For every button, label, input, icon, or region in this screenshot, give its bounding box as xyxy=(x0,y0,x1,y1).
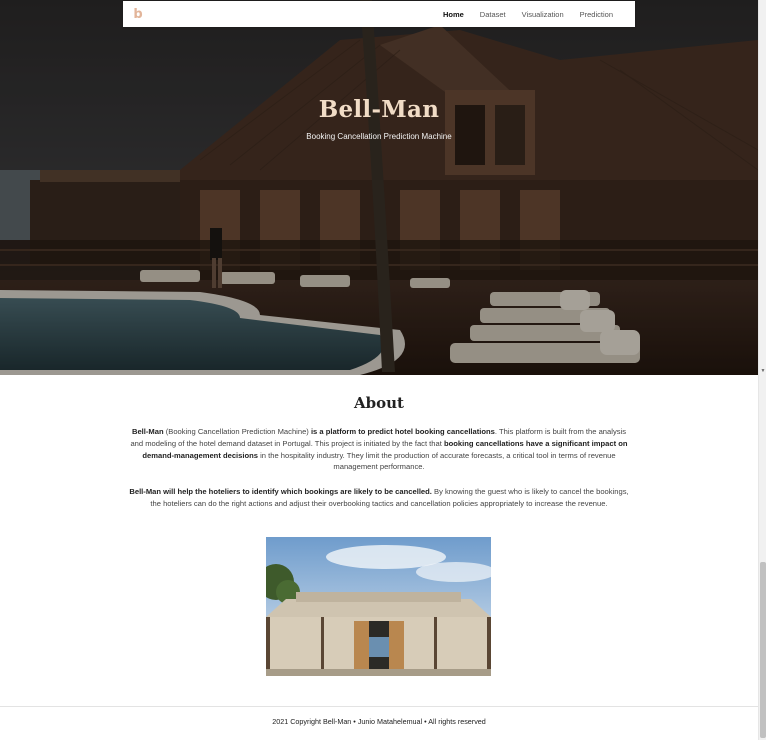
about-p2-highlight: Bell-Man will help the hoteliers to iden… xyxy=(129,487,432,496)
about-paragraph-2: Bell-Man will help the hoteliers to iden… xyxy=(128,486,630,510)
page-scrollbar[interactable]: ▼ xyxy=(758,0,766,740)
nav-home[interactable]: Home xyxy=(435,10,472,19)
nav-visualization[interactable]: Visualization xyxy=(514,10,572,19)
hotel-tent-image xyxy=(266,537,491,676)
logo-icon[interactable]: b xyxy=(131,7,145,22)
about-p1-brand: Bell-Man xyxy=(131,427,164,436)
scrollbar-thumb[interactable] xyxy=(760,562,766,738)
about-p1-highlight-1: is a platform to predict hotel booking c… xyxy=(310,427,495,436)
nav-dataset[interactable]: Dataset xyxy=(472,10,514,19)
hero-title: Bell-Man xyxy=(318,96,440,123)
about-paragraph-1: Bell-Man (Booking Cancellation Predictio… xyxy=(128,426,630,473)
about-title: About xyxy=(354,394,404,412)
footer-copyright: 2021 Copyright Bell-Man • Junio Matahele… xyxy=(272,717,486,726)
scroll-down-arrow-icon[interactable]: ▼ xyxy=(760,368,766,374)
hero-overlay xyxy=(0,0,758,375)
about-image xyxy=(266,537,491,676)
hero-banner: Bell-Man Booking Cancellation Prediction… xyxy=(0,0,758,375)
footer-divider xyxy=(0,706,758,707)
navbar: b Home Dataset Visualization Prediction xyxy=(123,1,635,27)
nav-prediction[interactable]: Prediction xyxy=(572,10,621,19)
about-p1-text-3: in the hospitality industry. They limit … xyxy=(257,450,616,472)
nav-links: Home Dataset Visualization Prediction xyxy=(435,10,621,19)
hero-subtitle: Booking Cancellation Prediction Machine xyxy=(306,132,452,141)
about-p1-text-1: (Booking Cancellation Prediction Machine… xyxy=(163,427,311,436)
